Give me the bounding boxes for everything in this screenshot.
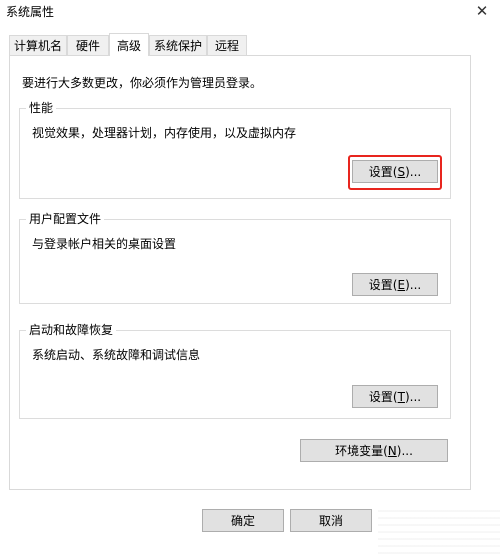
tab-system-protection[interactable]: 系统保护	[149, 35, 207, 55]
startup-recovery-description: 系统启动、系统故障和调试信息	[32, 348, 201, 362]
performance-settings-button[interactable]: 设置(S)...	[352, 160, 438, 183]
watermark-overlay	[378, 505, 500, 558]
environment-variables-button[interactable]: 环境变量(N)...	[300, 439, 448, 462]
startup-recovery-group-title: 启动和故障恢复	[26, 323, 117, 337]
tab-advanced[interactable]: 高级	[109, 33, 149, 56]
tab-hardware[interactable]: 硬件	[67, 35, 109, 55]
close-icon: ✕	[475, 2, 489, 20]
cancel-button[interactable]: 取消	[290, 509, 372, 532]
performance-description: 视觉效果，处理器计划，内存使用，以及虚拟内存	[32, 126, 297, 140]
performance-group: 性能 视觉效果，处理器计划，内存使用，以及虚拟内存	[19, 101, 451, 199]
tab-remote[interactable]: 远程	[207, 35, 247, 55]
title-bar: 系统属性 ✕	[0, 0, 500, 22]
close-button[interactable]: ✕	[464, 0, 500, 22]
performance-group-title: 性能	[26, 101, 57, 115]
tab-computer-name[interactable]: 计算机名	[9, 35, 67, 55]
user-profiles-description: 与登录帐户相关的桌面设置	[32, 237, 177, 251]
window-title: 系统属性	[6, 5, 55, 19]
startup-recovery-settings-button[interactable]: 设置(T)...	[352, 385, 438, 408]
user-profiles-settings-button[interactable]: 设置(E)...	[352, 273, 438, 296]
admin-note: 要进行大多数更改，你必须作为管理员登录。	[22, 76, 263, 90]
user-profiles-group-title: 用户配置文件	[26, 212, 105, 226]
ok-button[interactable]: 确定	[202, 509, 284, 532]
